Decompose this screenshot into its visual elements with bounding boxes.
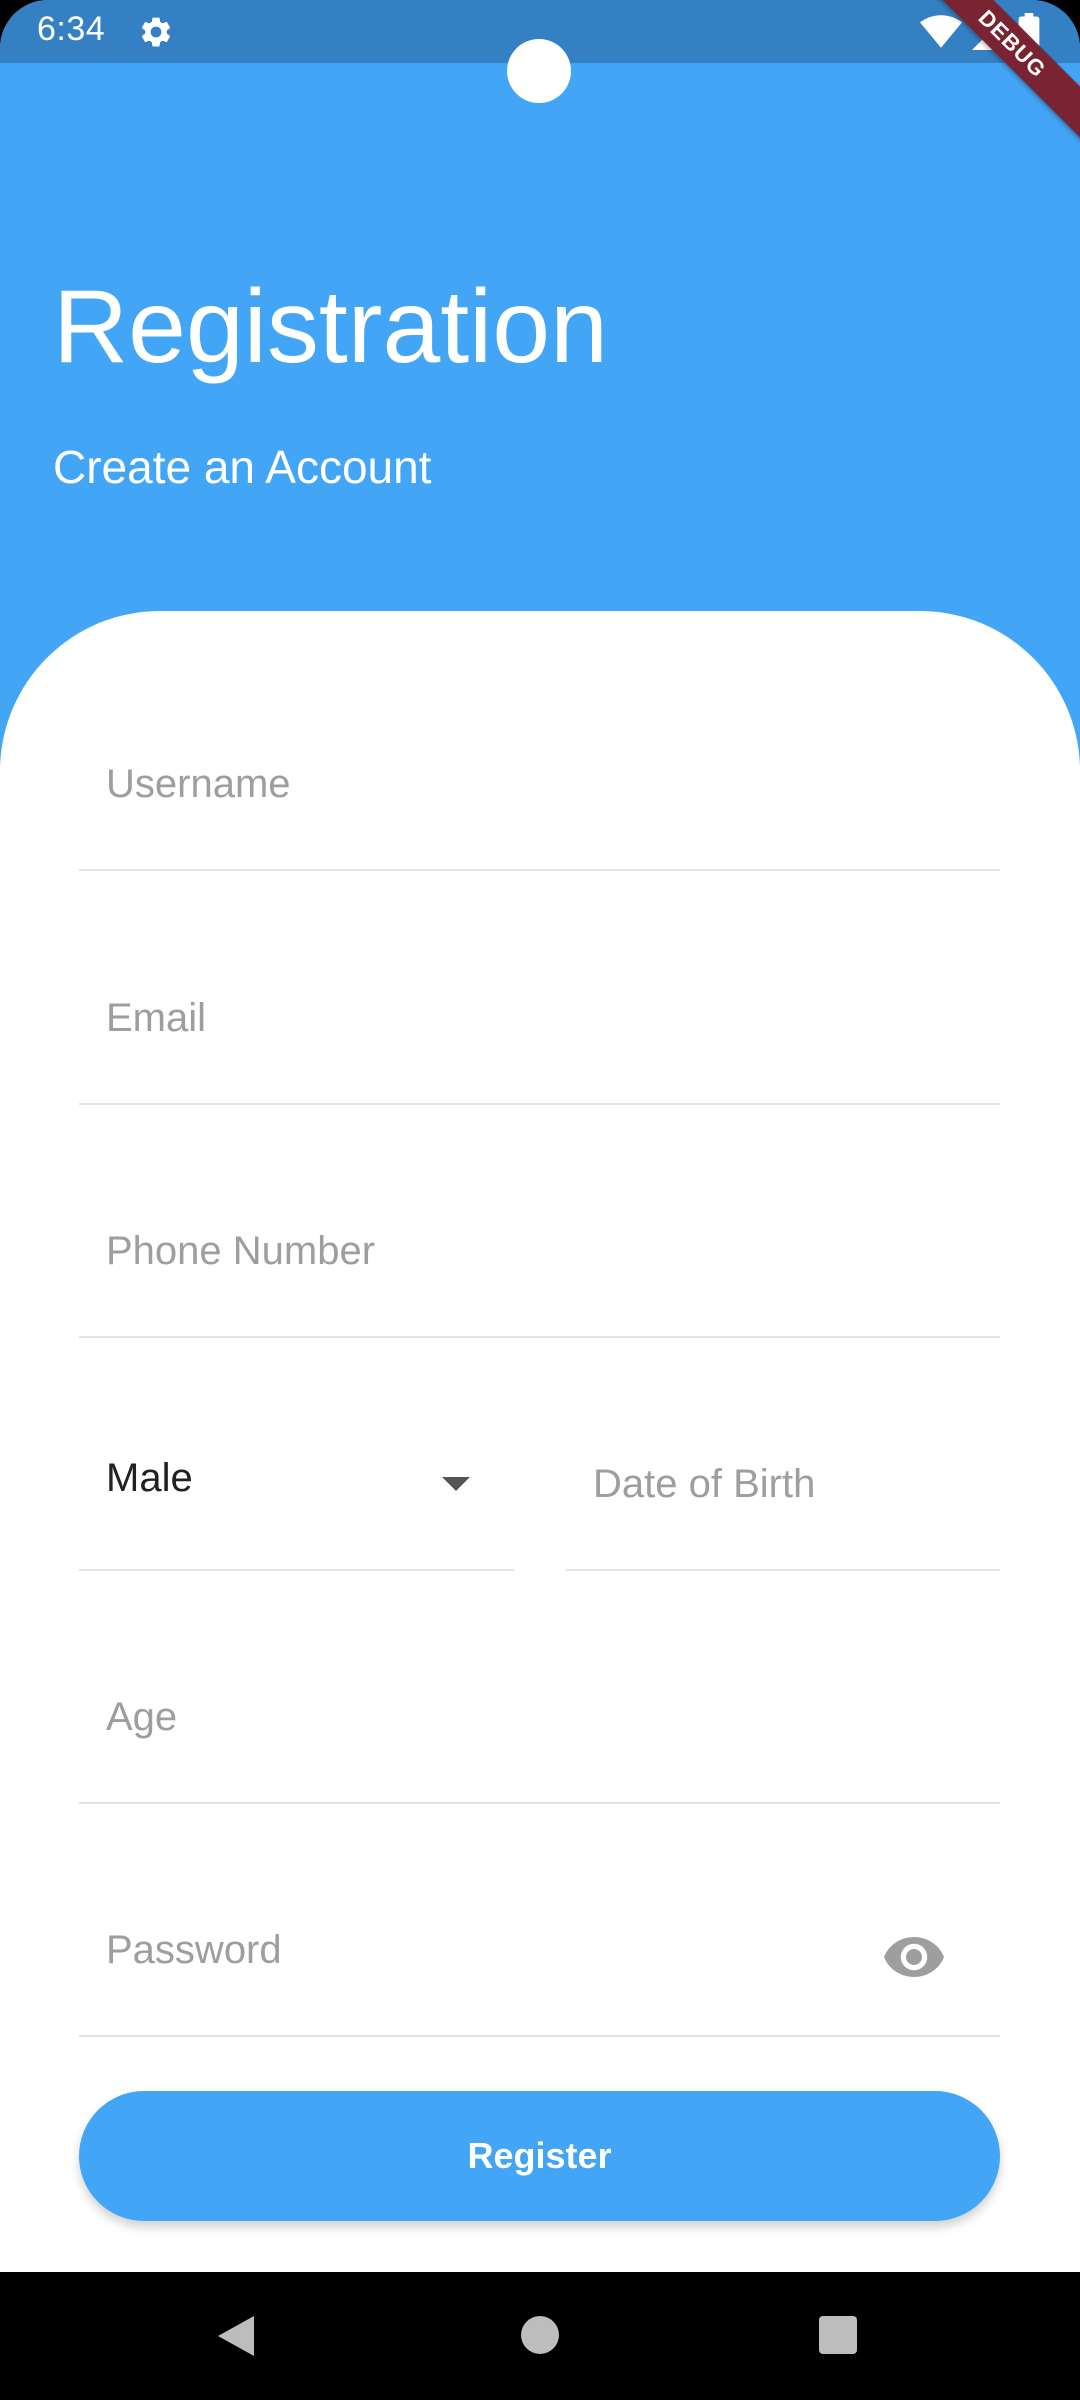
username-field[interactable]: Username — [79, 751, 1000, 871]
phone-number-field[interactable]: Phone Number — [79, 1218, 1000, 1338]
gender-dropdown[interactable]: Male — [79, 1451, 514, 1571]
age-label: Age — [106, 1695, 178, 1739]
date-of-birth-label: Date of Birth — [593, 1462, 816, 1506]
date-of-birth-field[interactable]: Date of Birth — [566, 1451, 1000, 1571]
phone-number-label: Phone Number — [106, 1229, 376, 1273]
wifi-icon — [920, 15, 962, 48]
gender-selected-value: Male — [106, 1456, 193, 1500]
gear-icon — [141, 17, 171, 47]
username-label: Username — [106, 762, 291, 806]
dropdown-arrow-icon — [442, 1477, 470, 1491]
eye-icon[interactable] — [884, 1937, 944, 1977]
registration-form-card: Username Email Phone Number Male Date of… — [0, 611, 1080, 2272]
age-field[interactable]: Age — [79, 1684, 1000, 1804]
page-subtitle: Create an Account — [53, 441, 432, 493]
password-field[interactable]: Password — [79, 1917, 1000, 2037]
page-title: Registration — [53, 269, 608, 385]
camera-cutout — [507, 39, 571, 103]
home-icon[interactable] — [521, 2316, 559, 2354]
status-time: 6:34 — [37, 10, 106, 48]
email-label: Email — [106, 996, 207, 1040]
email-field[interactable]: Email — [79, 985, 1000, 1105]
recents-icon[interactable] — [819, 2316, 857, 2354]
app-screen: 6:34 DEBUG Registration Create an Accoun… — [0, 0, 1080, 2272]
back-icon[interactable] — [218, 2316, 254, 2356]
password-label: Password — [106, 1928, 282, 1972]
system-nav-bar — [0, 2272, 1080, 2400]
register-button[interactable]: Register — [79, 2091, 1000, 2221]
